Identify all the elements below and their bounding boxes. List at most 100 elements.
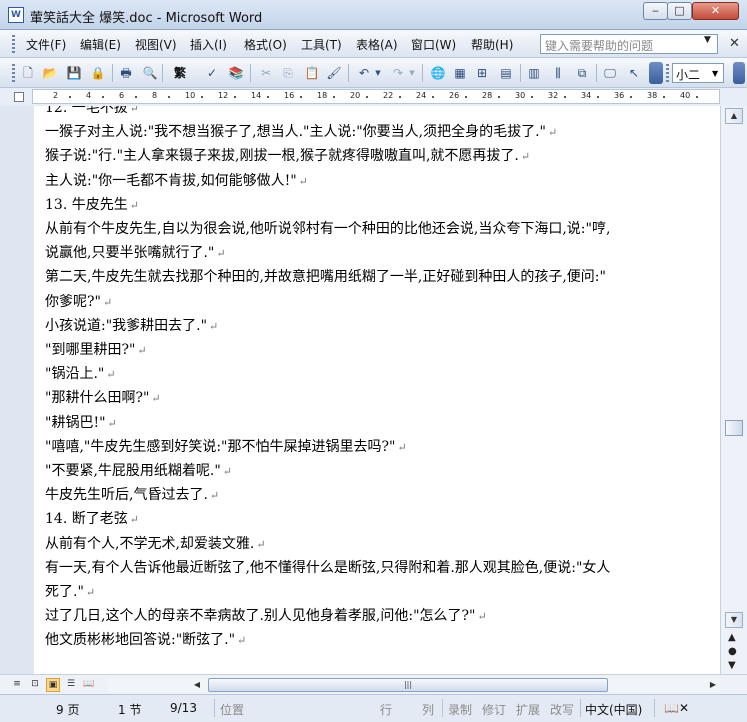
normal-view-icon[interactable]: ≡ — [10, 678, 24, 692]
status-overtype[interactable]: 改写 — [550, 701, 574, 718]
menu-edit[interactable]: 编辑(E) — [80, 36, 121, 53]
maximize-button[interactable]: □ — [667, 2, 692, 20]
ruler-tick — [234, 96, 236, 98]
document-line-text: 死了." — [45, 584, 84, 600]
drawing-icon[interactable]: ⫼ — [550, 65, 566, 81]
paragraph-mark-icon: ↵ — [129, 513, 139, 527]
spelling-status-icon[interactable]: 📖✕ — [664, 701, 689, 715]
document-line-text: "不要紧,牛屁股用纸糊着呢." — [45, 463, 221, 479]
status-column: 列 — [422, 703, 435, 717]
paragraph-mark-icon: ↵ — [106, 368, 116, 382]
reading-view-icon[interactable]: 📖 — [82, 678, 96, 692]
ruler-number: 38 — [647, 91, 658, 100]
document-line-text: 牛皮先生听后,气昏过去了. — [45, 487, 208, 504]
status-track-changes[interactable]: 修订 — [482, 701, 506, 718]
research-icon[interactable]: 📚 — [228, 65, 244, 81]
menu-help[interactable]: 帮助(H) — [471, 36, 513, 53]
toolbar-options-icon[interactable] — [649, 62, 663, 84]
scroll-right-icon[interactable]: ▶ — [706, 678, 720, 692]
next-page-icon[interactable]: ▼ — [728, 660, 736, 671]
paragraph-mark-icon: ↵ — [107, 416, 117, 430]
permission-icon[interactable]: 🔒 — [90, 65, 106, 81]
menu-file[interactable]: 文件(F) — [26, 36, 66, 53]
tables-borders-icon[interactable]: ▦ — [452, 65, 468, 81]
ruler-number: 28 — [482, 91, 493, 100]
vertical-scroll-thumb[interactable] — [725, 420, 743, 436]
menu-tools[interactable]: 工具(T) — [301, 36, 342, 53]
menu-insert[interactable]: 插入(I) — [190, 36, 227, 53]
status-record[interactable]: 录制 — [448, 701, 472, 718]
menu-view[interactable]: 视图(V) — [135, 36, 177, 53]
spelling-icon[interactable]: ✓ — [204, 65, 220, 81]
print-icon[interactable]: 🖶 — [118, 65, 134, 81]
ruler-number: 26 — [449, 91, 460, 100]
toolbar-separator — [112, 64, 113, 82]
print-view-icon[interactable]: ▣ — [46, 678, 60, 692]
paste-icon[interactable]: 📋 — [304, 65, 320, 81]
document-line: 说赢他,只要半张嘴就行了." ↵ — [45, 242, 226, 262]
ruler-tick — [531, 96, 533, 98]
show-hide-icon[interactable]: 🖵 — [602, 65, 618, 81]
document-line-text: 第二天,牛皮先生就去找那个种田的,并故意把嘴用纸糊了一半,正好碰到种田人的孩子,… — [45, 269, 606, 286]
status-page: 9 页 — [56, 703, 80, 717]
redo-icon[interactable]: ↷ — [390, 65, 406, 81]
horizontal-scroll-thumb[interactable]: ||| — [208, 678, 608, 692]
browse-object-icon[interactable]: ● — [728, 646, 737, 657]
paragraph-mark-icon: ↵ — [222, 465, 232, 478]
ruler-tick — [465, 96, 467, 98]
font-size-dropdown-icon[interactable]: ▼ — [712, 69, 718, 78]
toolbar-options-icon[interactable] — [733, 62, 745, 84]
document-line: "到哪里耕田?" ↵ — [45, 339, 147, 359]
close-document-icon[interactable]: ✕ — [729, 36, 740, 51]
standard-toolbar: 🗋 📂 💾 🔒 🖶 🔍 繁 ✓ 📚 ✂ ⎘ 📋 🖌 ↶ ▼ ↷ ▼ 🌐 ▦ ⊞ … — [0, 58, 747, 88]
scroll-down-icon[interactable]: ▼ — [725, 612, 743, 628]
vertical-scrollbar[interactable]: ▲ ▼ ▲ ● ▼ — [720, 106, 747, 674]
paragraph-mark-icon: ↵ — [102, 295, 113, 309]
new-document-icon[interactable]: 🗋 — [20, 65, 36, 81]
menu-format[interactable]: 格式(O) — [244, 36, 287, 53]
tab-selector-icon[interactable] — [14, 92, 24, 102]
hyperlink-icon[interactable]: 🌐 — [430, 65, 446, 81]
undo-dropdown-icon[interactable]: ▼ — [374, 65, 382, 81]
document-line: 13. 牛皮先生 ↵ — [45, 194, 139, 214]
status-extend[interactable]: 扩展 — [516, 701, 540, 718]
outline-view-icon[interactable]: ☰ — [64, 678, 78, 692]
save-icon[interactable]: 💾 — [66, 65, 82, 81]
insert-table-icon[interactable]: ⊞ — [474, 65, 490, 81]
document-map-icon[interactable]: ⧉ — [574, 65, 590, 81]
web-view-icon[interactable]: ⊡ — [28, 678, 42, 692]
help-search-input[interactable]: 键入需要帮助的问题 — [540, 34, 718, 54]
close-button[interactable]: ✕ — [692, 2, 739, 20]
menu-window[interactable]: 窗口(W) — [411, 36, 456, 53]
toolbar-grip[interactable] — [12, 64, 15, 82]
scroll-up-icon[interactable]: ▲ — [725, 108, 743, 124]
document-page[interactable]: 12. 一毛不拔 ↵ 一猴子对主人说:"我不想当猴子了,想当人."主人说:"你要当人… — [34, 106, 720, 674]
menu-table[interactable]: 表格(A) — [356, 36, 398, 53]
word-app-icon[interactable]: W — [8, 7, 24, 23]
document-line: 有一天,有个人告诉他最近断弦了,他不懂得什么是断弦,只得附和着.那人观其脸色,便… — [45, 557, 610, 577]
undo-icon[interactable]: ↶ — [356, 65, 372, 81]
minimize-button[interactable]: ‒ — [643, 2, 668, 20]
insert-excel-icon[interactable]: ▤ — [498, 65, 514, 81]
help-dropdown-icon[interactable]: ▼ — [704, 35, 711, 45]
status-language[interactable]: 中文(中国) — [585, 701, 642, 718]
open-folder-icon[interactable]: 📂 — [42, 65, 58, 81]
document-line-text: 他文质彬彬地回答说:"断弦了." — [45, 632, 236, 649]
print-preview-icon[interactable]: 🔍 — [142, 65, 158, 81]
columns-icon[interactable]: ▥ — [526, 65, 542, 81]
cut-icon[interactable]: ✂ — [258, 65, 274, 81]
document-line: 过了几日,这个人的母亲不幸病故了.别人见他身着孝服,问他:"怎么了?" ↵ — [45, 605, 487, 625]
previous-page-icon[interactable]: ▲ — [728, 632, 736, 643]
help-pointer-icon[interactable]: ↖ — [626, 65, 642, 81]
formatting-toolbar-grip[interactable] — [666, 64, 669, 82]
paragraph-mark-icon: ↵ — [477, 610, 487, 624]
ruler-number: 32 — [548, 91, 559, 100]
horizontal-ruler[interactable]: 2 4 6 8 10 12 14 16 18 20 22 24 26 28 30 32 34 36 38 40 — [32, 89, 720, 104]
traditional-chinese-button[interactable]: 繁 — [170, 65, 190, 81]
format-painter-icon[interactable]: 🖌 — [326, 65, 342, 81]
redo-dropdown-icon[interactable]: ▼ — [408, 65, 416, 81]
document-line: 小孩说道:"我爹耕田去了." ↵ — [45, 315, 218, 335]
scroll-left-icon[interactable]: ◀ — [190, 678, 204, 692]
menubar-grip[interactable] — [12, 35, 15, 53]
copy-icon[interactable]: ⎘ — [280, 65, 296, 81]
